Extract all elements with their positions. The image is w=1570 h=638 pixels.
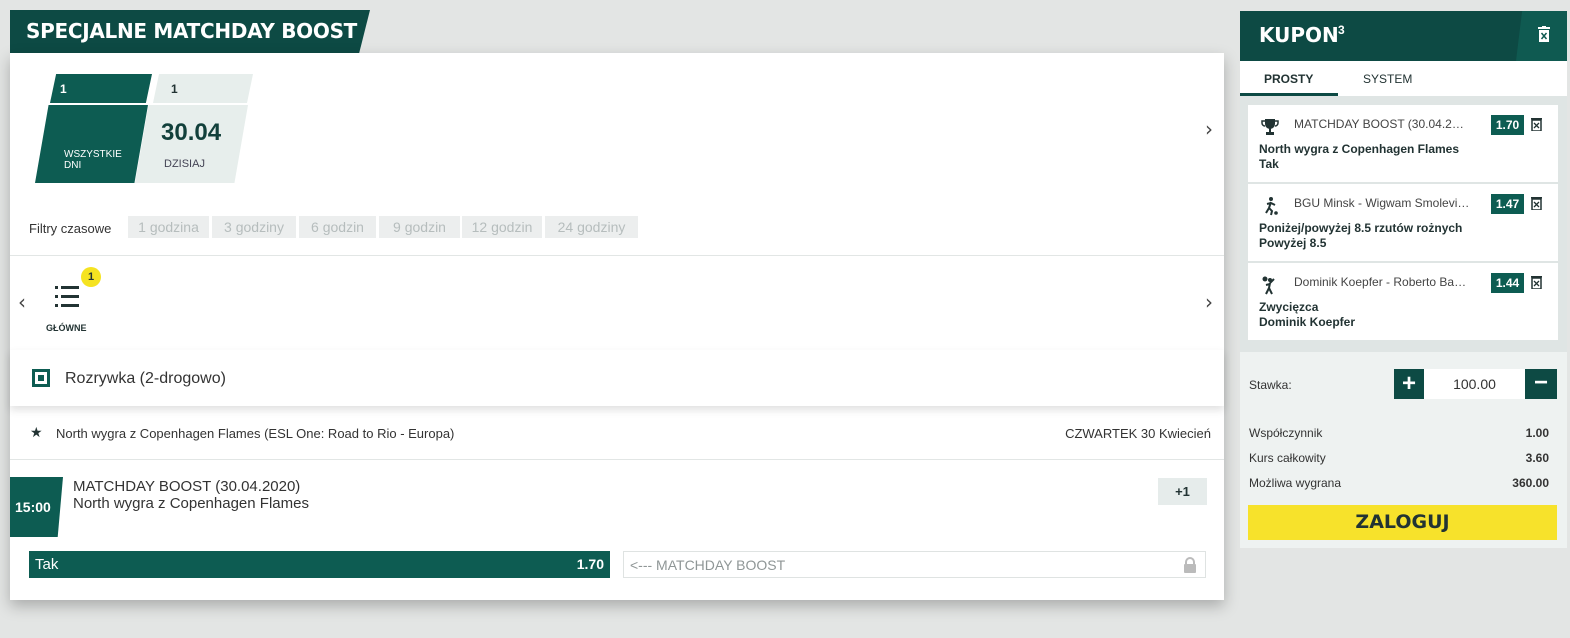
- date-tab-today[interactable]: 30.04 DZISIAJ: [135, 105, 248, 183]
- summary-label: Kurs całkowity: [1249, 451, 1326, 465]
- page-title-text: SPECJALNE MATCHDAY BOOST: [26, 19, 358, 43]
- stake-area: Stawka: + 100.00 − Współczynnik 1.00 Kur…: [1240, 352, 1567, 548]
- bet-odd: 1.70: [1491, 115, 1524, 135]
- bet-selection: Dominik Koepfer: [1259, 315, 1356, 329]
- date-tab-today-label: DZISIAJ: [164, 158, 205, 170]
- tab-prosty[interactable]: PROSTY: [1264, 72, 1313, 86]
- market-name: Rozrywka (2-drogowo): [65, 370, 226, 387]
- star-icon[interactable]: ★: [30, 424, 43, 441]
- coupon-bet: MATCHDAY BOOST (30.04.2020) 1.70 North w…: [1248, 105, 1558, 182]
- odd-value: 1.70: [576, 556, 604, 572]
- coupon-count: 3: [1338, 23, 1345, 37]
- event-date: CZWARTEK 30 Kwiecień: [1065, 426, 1211, 441]
- summary-label: Możliwa wygrana: [1249, 476, 1342, 490]
- remove-bet-icon[interactable]: [1531, 275, 1542, 289]
- summary-row: Kurs całkowity 3.60: [1249, 451, 1549, 465]
- main-panel: 1 1 WSZYSTKIE DNI 30.04 DZISIAJ › Filtry…: [10, 53, 1224, 600]
- bet-market: North wygra z Copenhagen Flames: [1259, 142, 1460, 156]
- filter-6h[interactable]: 6 godzin: [299, 216, 376, 238]
- bet-market: Poniżej/powyżej 8.5 rzutów rożnych: [1259, 221, 1463, 235]
- filter-24h[interactable]: 24 godziny: [545, 216, 638, 238]
- filter-9h[interactable]: 9 godzin: [379, 216, 460, 238]
- remove-bet-icon[interactable]: [1531, 196, 1542, 210]
- coupon-tabs: PROSTY SYSTEM: [1240, 61, 1567, 96]
- coupon-panel: KUPON 3 PROSTY SYSTEM MATCHDAY BOOST (30…: [1240, 11, 1567, 548]
- page-title: SPECJALNE MATCHDAY BOOST: [10, 10, 370, 53]
- date-count-all[interactable]: 1: [50, 74, 152, 103]
- odd-locked-label: <--- MATCHDAY BOOST: [630, 557, 786, 573]
- divider: [10, 255, 1224, 256]
- summary-value: 1.00: [1525, 426, 1549, 440]
- match-subtitle: North wygra z Copenhagen Flames: [73, 495, 309, 512]
- date-count-today-text: 1: [171, 82, 178, 96]
- bet-odd: 1.44: [1491, 273, 1524, 293]
- trophy-icon: [1261, 119, 1279, 135]
- market-header[interactable]: Rozrywka (2-drogowo): [10, 350, 1224, 406]
- filter-1h[interactable]: 1 godzina: [128, 216, 209, 238]
- date-tab-all-days-label: WSZYSTKIE DNI: [64, 149, 122, 171]
- date-tab-all-days[interactable]: WSZYSTKIE DNI: [35, 105, 148, 183]
- coupon-header: KUPON 3: [1240, 11, 1567, 61]
- more-markets-button[interactable]: +1: [1158, 478, 1207, 505]
- stake-increase-button[interactable]: +: [1394, 369, 1424, 399]
- summary-row: Współczynnik 1.00: [1249, 426, 1549, 440]
- lock-icon: [1184, 557, 1196, 573]
- event-time-text: 15:00: [15, 499, 51, 515]
- tab-system[interactable]: SYSTEM: [1363, 72, 1412, 86]
- bet-title: Dominik Koepfer - Roberto Bautista: [1294, 275, 1470, 289]
- date-count-all-text: 1: [60, 82, 67, 96]
- volleyball-player-icon: [1262, 276, 1275, 295]
- odd-button-yes[interactable]: Tak 1.70: [29, 551, 610, 578]
- trash-icon[interactable]: [1538, 26, 1550, 42]
- stake-decrease-button[interactable]: −: [1525, 369, 1557, 399]
- odd-label: Tak: [35, 556, 59, 573]
- date-tab-today-date: 30.04: [161, 119, 222, 146]
- filter-3h[interactable]: 3 godziny: [212, 216, 296, 238]
- event-time: 15:00: [10, 477, 63, 537]
- chevron-right-icon[interactable]: ›: [1205, 117, 1213, 141]
- filter-12h[interactable]: 12 godzin: [462, 216, 542, 238]
- chevron-right-icon[interactable]: ›: [1205, 290, 1213, 314]
- active-tab-indicator: [1240, 93, 1338, 96]
- summary-value: 360.00: [1512, 476, 1549, 490]
- bet-odd: 1.47: [1491, 194, 1524, 214]
- summary-value: 3.60: [1525, 451, 1549, 465]
- chevron-left-icon[interactable]: ‹: [18, 290, 26, 314]
- filters-label: Filtry czasowe: [29, 221, 112, 236]
- login-button[interactable]: ZALOGUJ: [1248, 505, 1557, 540]
- bet-selection: Tak: [1259, 157, 1279, 171]
- coupon-bet: BGU Minsk - Wigwam Smolevichi 1.47 Poniż…: [1248, 184, 1558, 261]
- stake-label: Stawka:: [1249, 378, 1292, 392]
- summary-label: Współczynnik: [1249, 426, 1323, 440]
- coupon-title: KUPON: [1259, 23, 1339, 47]
- match-title: MATCHDAY BOOST (30.04.2020): [73, 478, 301, 495]
- category-badge: 1: [81, 267, 101, 287]
- market-square-icon: [32, 369, 50, 387]
- list-icon[interactable]: [55, 284, 79, 310]
- bet-title: BGU Minsk - Wigwam Smolevichi: [1294, 196, 1470, 210]
- summary-row: Możliwa wygrana 360.00: [1249, 476, 1549, 490]
- category-label-main[interactable]: GŁÓWNE: [46, 323, 87, 333]
- bet-selection: Powyżej 8.5: [1259, 236, 1327, 250]
- divider: [10, 459, 1224, 460]
- bet-title: MATCHDAY BOOST (30.04.2020): [1294, 117, 1470, 131]
- event-name: North wygra z Copenhagen Flames (ESL One…: [56, 426, 455, 441]
- coupon-bet: Dominik Koepfer - Roberto Bautista 1.44 …: [1248, 263, 1558, 340]
- bet-market: Zwycięzca: [1259, 300, 1319, 314]
- date-count-today[interactable]: 1: [153, 74, 253, 103]
- odd-button-locked: <--- MATCHDAY BOOST: [623, 551, 1206, 578]
- remove-bet-icon[interactable]: [1531, 117, 1542, 131]
- stake-input[interactable]: 100.00: [1424, 369, 1525, 399]
- football-player-icon: [1265, 197, 1278, 216]
